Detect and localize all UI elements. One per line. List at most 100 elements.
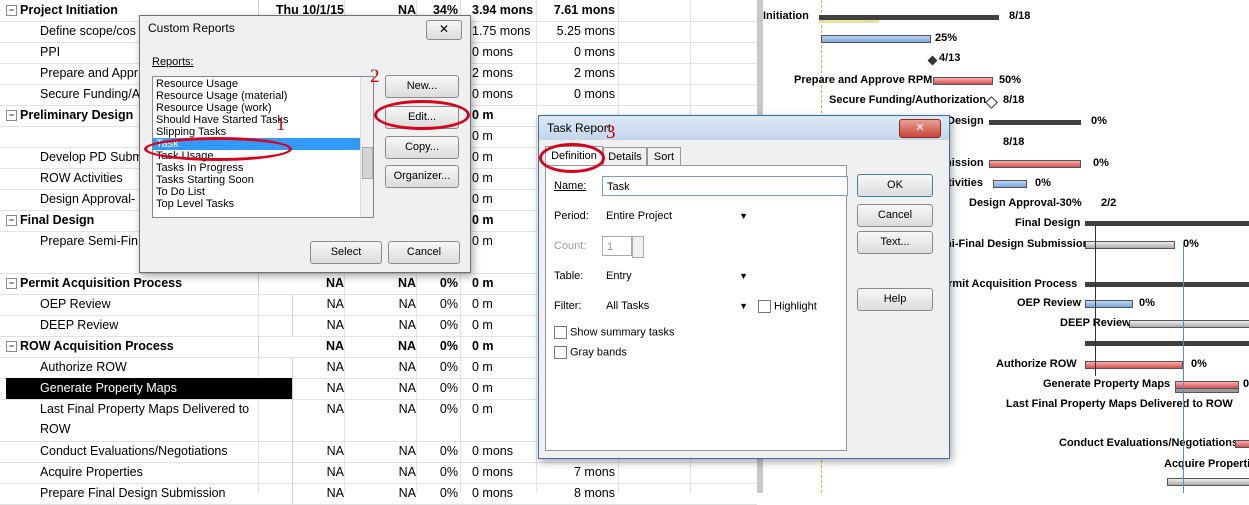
cell-dur[interactable]: 0 m xyxy=(466,294,540,315)
cell-finish[interactable]: NA xyxy=(348,399,416,441)
cell-finish[interactable]: NA xyxy=(348,357,416,378)
cell-pct[interactable]: 0% xyxy=(420,441,458,462)
list-item[interactable]: To Do List xyxy=(153,186,373,198)
cell-start[interactable]: NA xyxy=(262,273,344,294)
task-name-cell[interactable]: Last Final Property Maps Delivered to RO… xyxy=(6,399,293,441)
organizer-button[interactable]: Organizer... xyxy=(385,165,459,188)
table-select[interactable]: Entry ▼ xyxy=(602,266,752,286)
task-name-cell[interactable]: − Permit Acquisition Process xyxy=(6,273,259,294)
list-item[interactable]: Should Have Started Tasks xyxy=(153,114,373,126)
cell-dur[interactable]: 0 m xyxy=(466,357,540,378)
cell-finish[interactable]: NA xyxy=(348,294,416,315)
cell-start[interactable]: NA xyxy=(262,294,344,315)
cell-pct[interactable]: 0% xyxy=(420,357,458,378)
cancel-button[interactable]: Cancel xyxy=(857,204,933,227)
ok-button[interactable]: OK xyxy=(857,174,933,197)
show-summary-checkbox[interactable]: Show summary tasks xyxy=(554,326,675,339)
gantt-task-bar[interactable] xyxy=(933,77,993,85)
help-button[interactable]: Help xyxy=(857,288,933,311)
cell-pct[interactable]: 0% xyxy=(420,378,458,399)
table-row[interactable]: Prepare Final Design Submission NA NA 0% 0 m… xyxy=(0,483,757,505)
gantt-summary-bar[interactable] xyxy=(989,120,1081,125)
task-name-cell[interactable]: Generate Property Maps xyxy=(6,378,293,399)
cell-dur[interactable]: 0 m xyxy=(466,147,540,168)
new-button[interactable]: New... xyxy=(385,75,459,98)
cell-dur[interactable]: 0 mons xyxy=(466,42,540,63)
cell-finish[interactable]: NA xyxy=(348,315,416,336)
cell-finish[interactable]: NA xyxy=(348,273,416,294)
stepper-arrows[interactable] xyxy=(632,236,644,258)
list-item[interactable]: Resource Usage (work) xyxy=(153,102,373,114)
task-name-cell[interactable]: − ROW Acquisition Process xyxy=(6,336,259,357)
collapse-toggle-icon[interactable]: − xyxy=(6,215,17,227)
cell-pct[interactable]: 0% xyxy=(420,273,458,294)
gantt-task-bar[interactable] xyxy=(993,180,1027,188)
cell-pct[interactable]: 0% xyxy=(420,483,458,504)
cell-pct[interactable]: 0% xyxy=(420,294,458,315)
cell-dur[interactable]: 3.94 mons xyxy=(466,0,540,21)
list-item[interactable]: Tasks In Progress xyxy=(153,162,373,174)
cell-rem[interactable]: 7.61 mons xyxy=(540,0,615,21)
table-row[interactable]: Acquire Properties NA NA 0% 0 mons 7 mons xyxy=(0,462,757,484)
scrollbar-thumb[interactable] xyxy=(362,147,373,179)
cell-rem[interactable]: 0 mons xyxy=(540,84,615,105)
task-name-cell[interactable]: DEEP Review xyxy=(6,315,293,336)
period-select[interactable]: Entire Project ▼ xyxy=(602,206,752,226)
tab-sort[interactable]: Sort xyxy=(647,147,681,166)
cell-pct[interactable]: 0% xyxy=(420,315,458,336)
cell-start[interactable]: NA xyxy=(262,441,344,462)
cell-dur[interactable]: 0 m xyxy=(466,210,540,231)
cell-start[interactable]: NA xyxy=(262,336,344,357)
gantt-task-bar[interactable] xyxy=(1085,361,1183,369)
gantt-summary-bar[interactable] xyxy=(1085,221,1249,226)
cell-finish[interactable]: NA xyxy=(348,462,416,483)
cancel-button[interactable]: Cancel xyxy=(388,241,460,264)
gantt-summary-bar[interactable] xyxy=(1085,341,1249,346)
list-item[interactable]: Slipping Tasks xyxy=(153,126,373,138)
collapse-toggle-icon[interactable]: − xyxy=(6,278,17,290)
cell-pct[interactable]: 0% xyxy=(420,399,458,441)
cell-dur[interactable]: 0 m xyxy=(466,315,540,336)
cell-rem[interactable]: 2 mons xyxy=(540,63,615,84)
task-name-cell[interactable]: Prepare Final Design Submission xyxy=(6,483,293,504)
cell-dur[interactable]: 0 m xyxy=(466,336,540,357)
cell-dur[interactable]: 0 m xyxy=(466,273,540,294)
close-button[interactable]: ✕ xyxy=(899,119,941,138)
cell-dur[interactable]: 0 m xyxy=(466,105,540,126)
count-stepper[interactable]: 1 xyxy=(602,236,632,256)
gantt-summary-bar[interactable] xyxy=(1085,282,1249,287)
cell-start[interactable]: NA xyxy=(262,357,344,378)
filter-select[interactable]: All Tasks ▼ xyxy=(602,296,752,316)
cell-rem[interactable]: 8 mons xyxy=(540,483,615,504)
select-button[interactable]: Select xyxy=(310,241,382,264)
cell-dur[interactable]: 2 mons xyxy=(466,63,540,84)
cell-finish[interactable]: NA xyxy=(348,336,416,357)
listbox-scrollbar[interactable] xyxy=(360,77,373,217)
cell-pct[interactable]: 0% xyxy=(420,462,458,483)
cell-dur[interactable]: 0 m xyxy=(466,126,540,147)
cell-finish[interactable]: NA xyxy=(348,378,416,399)
cell-rem[interactable]: 0 mons xyxy=(540,42,615,63)
list-item[interactable]: Top Level Tasks xyxy=(153,198,373,210)
cell-dur[interactable]: 0 mons xyxy=(466,441,540,462)
highlight-checkbox[interactable]: Highlight xyxy=(758,300,817,313)
gantt-task-bar[interactable] xyxy=(1235,440,1249,448)
collapse-toggle-icon[interactable]: − xyxy=(6,110,17,122)
task-name-cell[interactable]: Conduct Evaluations/Negotiations xyxy=(6,441,293,462)
gantt-task-bar[interactable] xyxy=(989,160,1081,168)
cell-dur[interactable]: 0 m xyxy=(466,168,540,189)
list-item[interactable]: Resource Usage (material) xyxy=(153,90,373,102)
cell-dur[interactable]: 0 mons xyxy=(466,483,540,504)
task-report-dialog[interactable]: Task Report ✕ Definition Details Sort Na… xyxy=(538,115,950,459)
copy-button[interactable]: Copy... xyxy=(385,136,459,159)
collapse-toggle-icon[interactable]: − xyxy=(6,5,17,17)
cell-dur[interactable]: 0 m xyxy=(466,231,540,273)
cell-rem[interactable]: 5.25 mons xyxy=(540,21,615,42)
gantt-task-bar[interactable] xyxy=(1167,478,1249,486)
task-name-cell[interactable]: Authorize ROW xyxy=(6,357,293,378)
name-input[interactable]: Task xyxy=(602,176,848,196)
list-item[interactable]: Resource Usage xyxy=(153,78,373,90)
cell-dur[interactable]: 1.75 mons xyxy=(466,21,540,42)
cell-dur[interactable]: 0 mons xyxy=(466,462,540,483)
cell-finish[interactable]: NA xyxy=(348,441,416,462)
